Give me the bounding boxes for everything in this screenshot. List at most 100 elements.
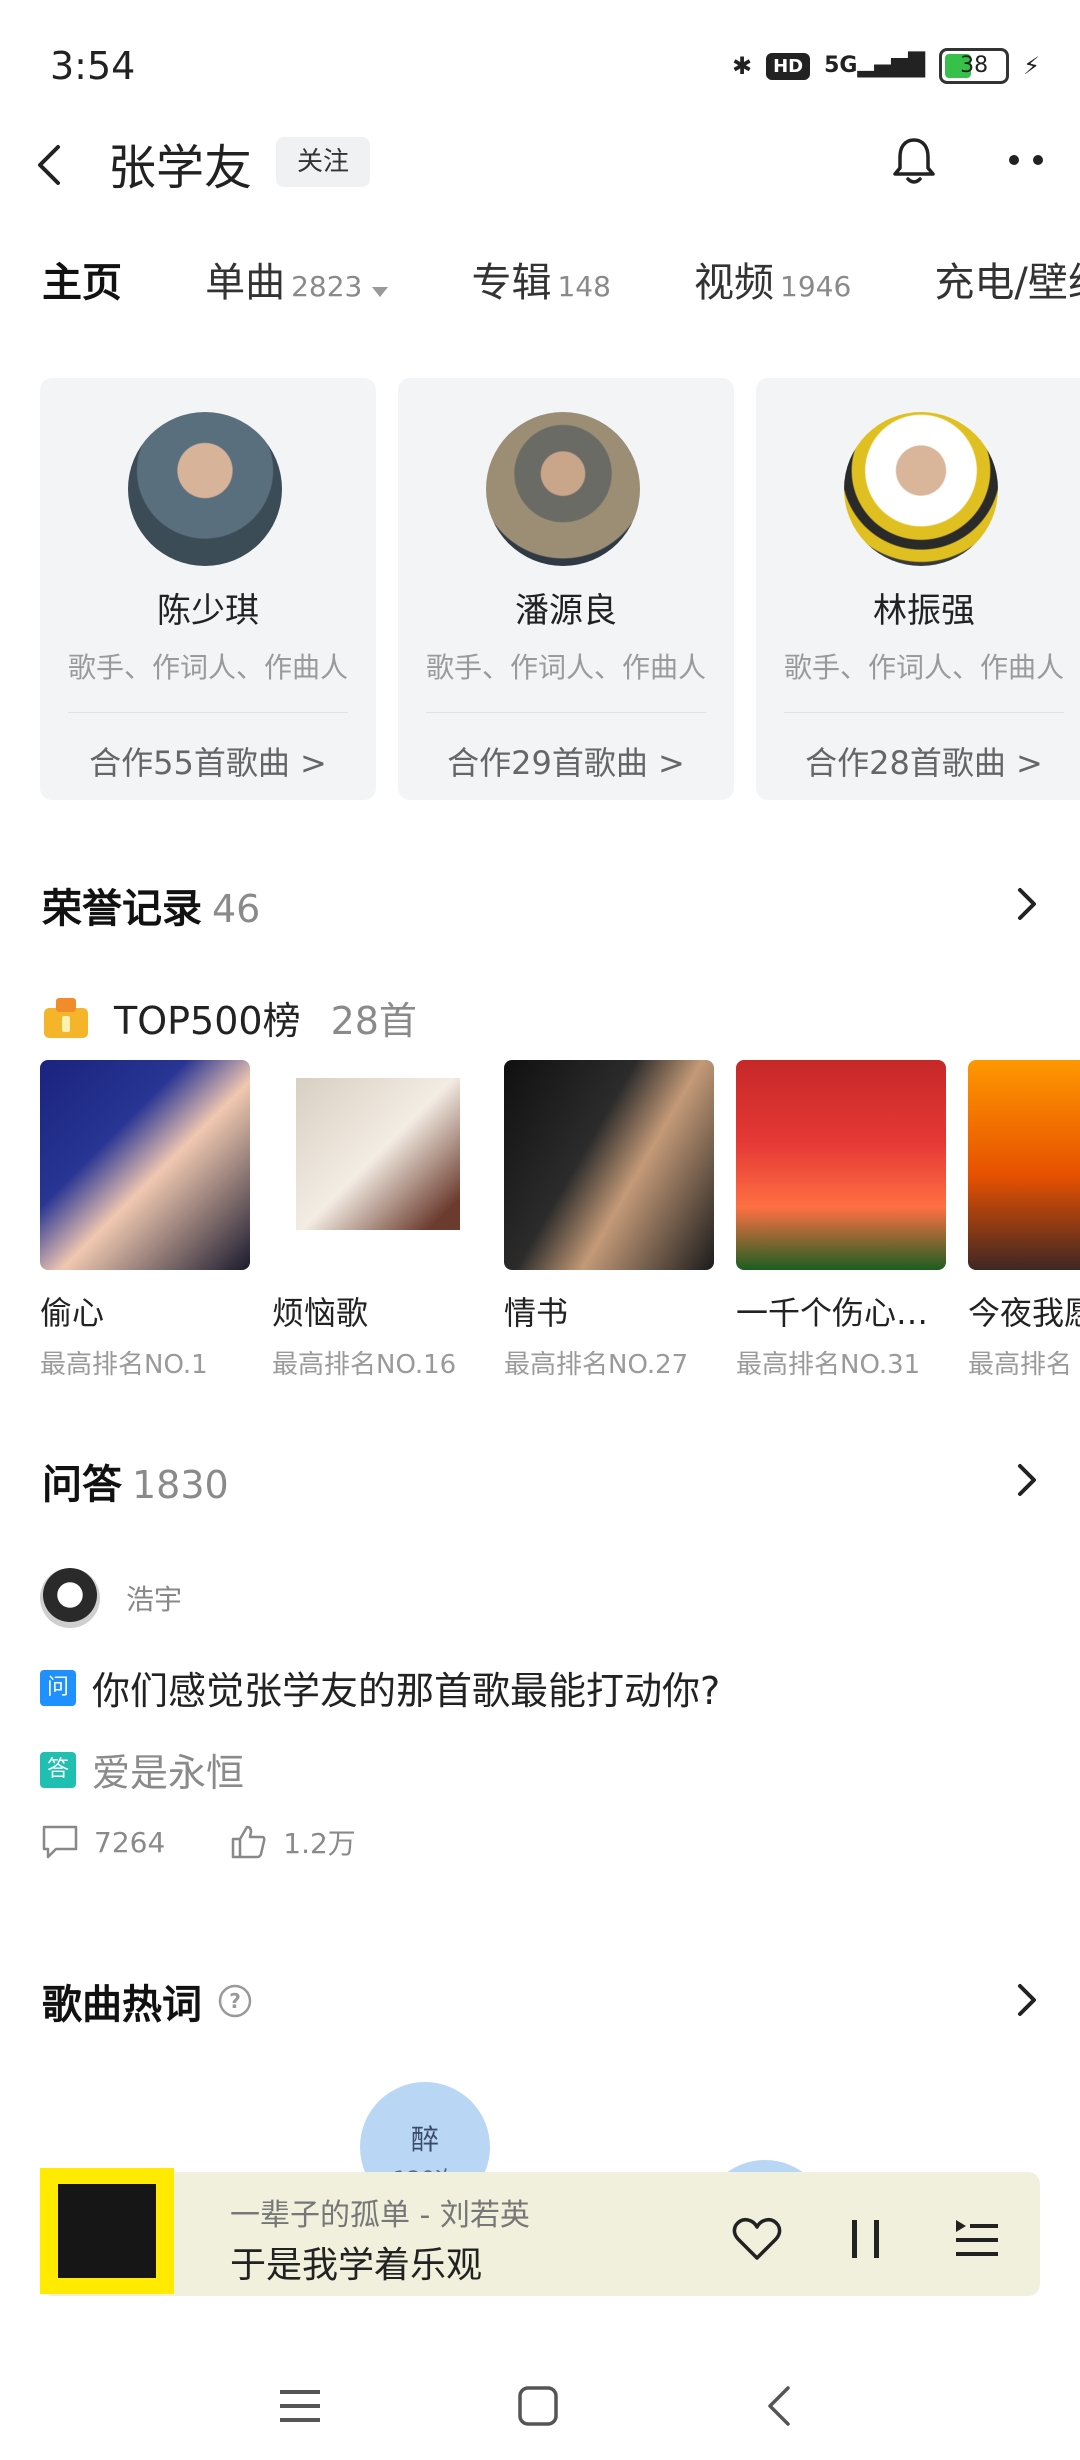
qa-header[interactable]: 问答 1830 (42, 1452, 229, 1510)
charging-icon: ⚡ (1023, 52, 1040, 80)
collaborator-avatar (844, 412, 998, 566)
album-card[interactable]: 偷心 最高排名NO.1 (40, 1060, 252, 1381)
qa-question[interactable]: 问 你们感觉张学友的那首歌最能打动你? (40, 1660, 720, 1715)
trophy-icon (44, 998, 88, 1038)
chevron-right-icon[interactable] (1014, 884, 1040, 924)
qa-author[interactable]: 浩宇 (40, 1568, 182, 1628)
battery-level: 38 (960, 53, 989, 78)
dropdown-icon (372, 286, 389, 297)
mini-player[interactable] (40, 2172, 1040, 2296)
svg-text:?: ? (229, 1989, 241, 2013)
hot-word: 醉 (410, 2123, 439, 2156)
more-icon[interactable] (1000, 140, 1060, 180)
collaboration-count[interactable]: 合作28首歌曲 > (756, 738, 1080, 784)
qa-stats: 7264 1.2万 (40, 1822, 420, 1862)
album-rank: 最高排名NO.16 (272, 1350, 457, 1380)
bluetooth-icon: ✱ (731, 52, 753, 80)
album-title: 偷心 (40, 1294, 105, 1332)
thumbs-up-icon (232, 1825, 266, 1859)
comment-stat[interactable]: 7264 (40, 1823, 165, 1861)
player-album-cover[interactable] (40, 2168, 174, 2294)
hd-icon: HD (766, 52, 811, 80)
album-cover (968, 1060, 1080, 1270)
network-type: 5G (824, 53, 858, 78)
tab-home[interactable]: 主页 (42, 250, 122, 308)
artist-name: 张学友 (108, 140, 253, 196)
divider (426, 712, 706, 713)
hot-words-header[interactable]: 歌曲热词 ? (42, 1972, 254, 2030)
collaborator-role: 歌手、作词人、作曲人 (425, 651, 706, 684)
album-cover (40, 1060, 250, 1270)
collaborator-role: 歌手、作词人、作曲人 (783, 651, 1064, 684)
chart-count: 28首 (330, 998, 417, 1043)
collaborator-role: 歌手、作词人、作曲人 (67, 651, 348, 684)
tab-albums[interactable]: 专辑 148 (471, 250, 610, 308)
collaborator-card[interactable]: 陈少琪 歌手、作词人、作曲人 合作55首歌曲 > (40, 378, 376, 800)
album-card[interactable]: 今夜我愿 最高排名 (968, 1060, 1080, 1381)
home-icon[interactable] (516, 2384, 560, 2428)
divider (68, 712, 348, 713)
collaborator-card[interactable]: 林振强 歌手、作词人、作曲人 合作28首歌曲 > (756, 378, 1080, 800)
album-title: 一千个伤心… (736, 1294, 929, 1332)
album-rank: 最高排名NO.31 (736, 1350, 921, 1380)
album-title: 情书 (504, 1294, 569, 1332)
collaborator-name: 陈少琪 (157, 591, 259, 631)
album-card[interactable]: 烦恼歌 最高排名NO.16 (272, 1060, 484, 1381)
tab-videos[interactable]: 视频 1946 (694, 250, 851, 308)
chevron-right-icon[interactable] (1014, 1460, 1040, 1500)
answer-badge: 答 (40, 1751, 76, 1788)
player-lyric: 于是我学着乐观 (230, 2245, 483, 2286)
comment-icon (42, 1825, 78, 1859)
like-count: 1.2万 (283, 1827, 356, 1860)
heart-icon[interactable] (730, 2214, 784, 2264)
playlist-icon[interactable] (952, 2214, 1002, 2264)
tab-songs[interactable]: 单曲 2823 (205, 250, 389, 308)
like-stat[interactable]: 1.2万 (229, 1822, 356, 1862)
top500-row[interactable]: TOP500榜 28首 (40, 992, 417, 1043)
chevron-right-icon[interactable] (1014, 1980, 1040, 2020)
album-rank: 最高排名NO.27 (504, 1350, 689, 1380)
qa-username: 浩宇 (126, 1583, 183, 1616)
album-card[interactable]: 一千个伤心… 最高排名NO.31 (736, 1060, 948, 1381)
honors-header[interactable]: 荣誉记录 46 (42, 876, 260, 934)
status-icons: ✱ HD 5G▂▄▆█ 38 ⚡ (732, 48, 1040, 84)
back-nav-icon[interactable] (760, 2384, 800, 2428)
collaborator-name: 潘源良 (515, 591, 617, 631)
tab-wallpaper[interactable]: 充电/壁纸 (934, 250, 1080, 308)
battery-icon: 38 (939, 48, 1010, 84)
bell-icon[interactable] (884, 130, 944, 190)
qa-count: 1830 (132, 1463, 229, 1507)
qa-answer[interactable]: 答 爱是永恒 (40, 1742, 244, 1797)
divider (784, 712, 1064, 713)
tab-bar: 主页 单曲2823 专辑148 视频1946 充电/壁纸 (42, 250, 1080, 320)
back-icon[interactable] (22, 135, 82, 195)
status-time: 3:54 (50, 44, 136, 88)
album-cover (272, 1060, 482, 1270)
album-title: 今夜我愿 (968, 1294, 1080, 1332)
album-cover (504, 1060, 714, 1270)
album-rank: 最高排名NO.1 (40, 1350, 208, 1380)
honors-title: 荣誉记录 (42, 886, 202, 932)
collaborator-avatar (128, 412, 282, 566)
signal-icon: 5G▂▄▆█ (824, 53, 926, 78)
qa-title: 问答 (42, 1462, 122, 1508)
player-song-artist: 一辈子的孤单 - 刘若英 (230, 2198, 530, 2233)
help-icon[interactable]: ? (216, 1982, 254, 2020)
avatar (40, 1568, 100, 1628)
pause-icon[interactable] (846, 2214, 886, 2264)
collaborator-card[interactable]: 潘源良 歌手、作词人、作曲人 合作29首歌曲 > (398, 378, 734, 800)
hot-words-title: 歌曲热词 (42, 1982, 202, 2028)
system-nav-bar (0, 2330, 1080, 2460)
album-row: 偷心 最高排名NO.1 烦恼歌 最高排名NO.16 情书 最高排名NO.27 一… (40, 1060, 1080, 1390)
album-card[interactable]: 情书 最高排名NO.27 (504, 1060, 716, 1381)
collaboration-count[interactable]: 合作55首歌曲 > (40, 738, 376, 784)
menu-icon[interactable] (278, 2386, 322, 2426)
chart-label: TOP500榜 (114, 998, 301, 1043)
follow-button[interactable]: 关注 (276, 137, 370, 187)
collaborator-avatar (486, 412, 640, 566)
collaboration-count[interactable]: 合作29首歌曲 > (398, 738, 734, 784)
question-badge: 问 (40, 1669, 76, 1706)
question-text: 你们感觉张学友的那首歌最能打动你? (92, 1669, 721, 1713)
collaborator-row: 陈少琪 歌手、作词人、作曲人 合作55首歌曲 > 潘源良 歌手、作词人、作曲人 … (40, 378, 1080, 804)
honors-count: 46 (212, 887, 261, 931)
